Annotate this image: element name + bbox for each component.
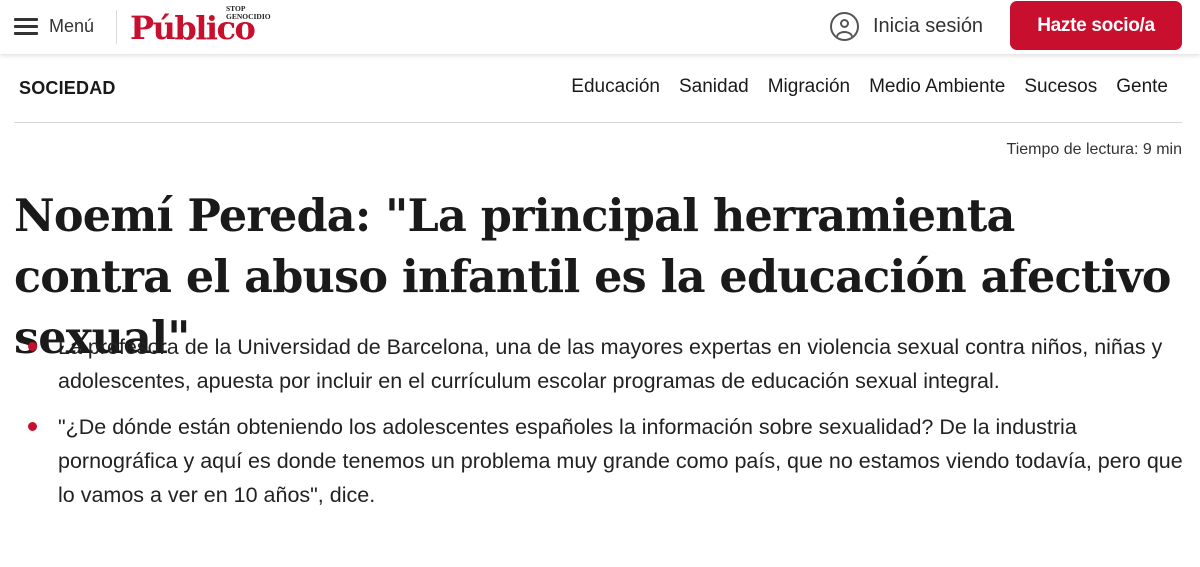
section-bar: SOCIEDAD Educación Sanidad Migración Med… [0,64,1200,124]
summary-item: "¿De dónde están obteniendo los adolesce… [28,410,1188,512]
section-nav-gente[interactable]: Gente [1116,76,1168,98]
menu-label: Menú [49,15,95,36]
section-nav-sucesos[interactable]: Sucesos [1024,76,1097,98]
section-divider [14,122,1182,123]
user-icon [830,11,859,41]
hamburger-icon [14,17,38,35]
summary-item-text: La profesora de la Universidad de Barcel… [58,335,1163,393]
section-nav-migracion[interactable]: Migración [768,76,850,98]
logo-tagline: STOP GENOCIDIO [226,5,271,21]
section-title[interactable]: SOCIEDAD [19,78,116,99]
section-nav: Educación Sanidad Migración Medio Ambien… [571,76,1168,98]
bullet-dot-icon [28,342,37,351]
section-nav-educacion[interactable]: Educación [571,76,660,98]
header-divider [116,10,117,44]
menu-button[interactable]: Menú [14,12,94,40]
section-nav-medio-ambiente[interactable]: Medio Ambiente [869,76,1005,98]
summary-item-text: "¿De dónde están obteniendo los adolesce… [58,415,1183,507]
login-label: Inicia sesión [873,14,984,37]
summary-item: La profesora de la Universidad de Barcel… [28,330,1188,398]
login-link[interactable]: Inicia sesión [830,11,983,41]
article-summary: La profesora de la Universidad de Barcel… [28,330,1188,524]
top-header: Menú Público STOP GENOCIDIO Inicia sesió… [0,0,1200,54]
subscribe-button[interactable]: Hazte socio/a [1010,1,1182,50]
logo-tagline-line2: GENOCIDIO [226,12,271,21]
reading-time: Tiempo de lectura: 9 min [1006,141,1182,158]
section-nav-sanidad[interactable]: Sanidad [679,76,749,98]
bullet-dot-icon [28,422,37,431]
publico-logo[interactable]: Público STOP GENOCIDIO [130,4,275,48]
